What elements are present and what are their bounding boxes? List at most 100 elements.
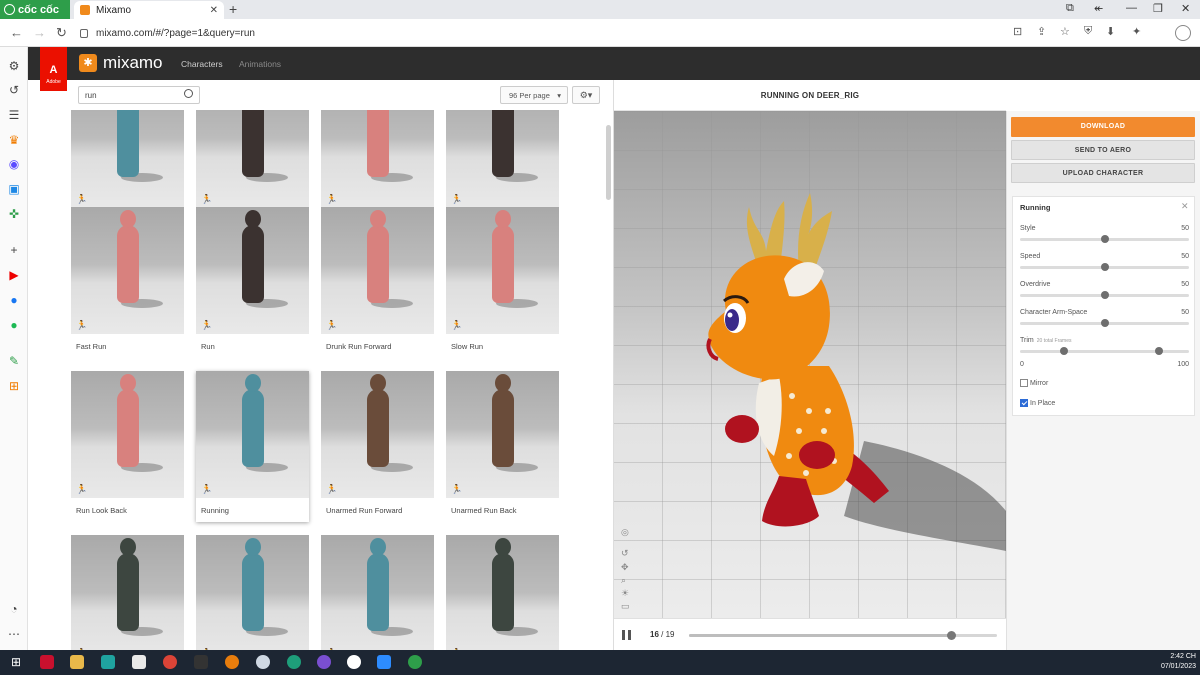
tab-close-icon[interactable]: ✕	[210, 5, 218, 16]
restore-icon[interactable]: ❐	[1153, 2, 1163, 15]
search-input[interactable]: run	[78, 86, 200, 104]
animation-card[interactable]: 🏃	[71, 535, 184, 650]
reset-view-icon[interactable]: ↺	[621, 548, 629, 559]
new-tab-button[interactable]: +	[229, 1, 237, 17]
arm-space-slider[interactable]	[1020, 319, 1189, 327]
shield-icon[interactable]: ⛨	[1084, 25, 1092, 38]
animation-card[interactable]: 🏃 Unarmed Run Forward	[321, 371, 434, 522]
mixamo-logo-text[interactable]: mixamo	[103, 53, 163, 73]
animation-card[interactable]: 🏃	[446, 535, 559, 650]
per-page-select[interactable]: 96 Per page ▾	[500, 86, 568, 104]
camera-icon[interactable]: ◎	[621, 527, 629, 538]
url-field[interactable]: mixamo.com/#/?page=1&query=run	[80, 23, 1000, 43]
animation-card[interactable]: 🏃	[196, 535, 309, 650]
pause-icon[interactable]	[622, 630, 631, 640]
animation-card[interactable]: 🏃 Run	[196, 207, 309, 358]
timeline-knob[interactable]	[946, 631, 956, 640]
browser-brand-button[interactable]: cốc cốc	[0, 0, 70, 19]
mirror-checkbox[interactable]	[1020, 379, 1028, 387]
nav-animations[interactable]: Animations	[239, 59, 281, 69]
style-slider[interactable]	[1020, 235, 1189, 243]
notifications-bell-icon[interactable]: ◔	[7, 602, 21, 616]
zoom-app-icon[interactable]	[377, 655, 391, 669]
history-icon[interactable]: ↺	[7, 83, 21, 97]
blender-icon[interactable]	[225, 655, 239, 669]
spotify-icon[interactable]: ●	[7, 318, 21, 332]
star-icon[interactable]: ☆	[1060, 25, 1070, 38]
app-icon-photo[interactable]	[132, 655, 146, 669]
upload-character-button[interactable]: UPLOAD CHARACTER	[1011, 163, 1195, 183]
app-icon-w[interactable]	[347, 655, 361, 669]
trim-start-knob[interactable]	[1059, 347, 1068, 355]
overdrive-slider-knob[interactable]	[1100, 291, 1109, 299]
profile-avatar[interactable]	[1175, 25, 1191, 41]
unity-icon[interactable]	[194, 655, 208, 669]
crown-icon[interactable]: ♛	[7, 133, 21, 147]
speed-slider[interactable]	[1020, 263, 1189, 271]
scrollbar-thumb[interactable]	[606, 125, 611, 200]
mirror-label: Mirror	[1030, 380, 1049, 387]
speed-slider-knob[interactable]	[1100, 263, 1109, 271]
close-window-icon[interactable]: ✕	[1181, 2, 1190, 15]
animation-card[interactable]: 🏃	[321, 535, 434, 650]
trim-end-knob[interactable]	[1154, 347, 1163, 355]
film-icon[interactable]: ▭	[621, 601, 630, 612]
upwork-icon[interactable]	[287, 655, 301, 669]
mixamo-logo-icon[interactable]: ✱	[79, 54, 97, 72]
chat-icon[interactable]: ✎	[7, 354, 21, 368]
github-icon[interactable]	[317, 655, 331, 669]
system-clock[interactable]: 2:42 CH 07/01/2023	[1152, 652, 1196, 672]
translate-icon[interactable]: ⊡	[1013, 25, 1022, 38]
light-icon[interactable]: ☀	[621, 588, 629, 599]
app-icon-m[interactable]	[101, 655, 115, 669]
view-settings-button[interactable]: ⚙▾	[572, 86, 600, 104]
arm-space-slider-knob[interactable]	[1100, 319, 1109, 327]
overdrive-slider[interactable]	[1020, 291, 1189, 299]
style-slider-knob[interactable]	[1100, 235, 1109, 243]
minimize-icon[interactable]: —	[1126, 2, 1137, 14]
messenger-icon[interactable]: ◉	[7, 157, 21, 171]
back-icon[interactable]: ←	[10, 25, 23, 40]
animation-card[interactable]: 🏃 Run Look Back	[71, 371, 184, 522]
forward-icon[interactable]: →	[33, 25, 46, 40]
animation-card[interactable]: 🏃 Fast Run	[71, 207, 184, 358]
pan-icon[interactable]: ✥	[621, 562, 629, 573]
animation-card[interactable]: 🏃 Running	[196, 371, 309, 522]
search-icon[interactable]	[184, 89, 193, 98]
youtube-icon[interactable]: ▶	[7, 268, 21, 282]
chrome-icon[interactable]	[163, 655, 177, 669]
facebook-icon[interactable]: ●	[7, 293, 21, 307]
zalo-icon[interactable]: ▣	[7, 182, 21, 196]
download-icon[interactable]: ⬇	[1106, 25, 1115, 38]
settings-gear-icon[interactable]: ⚙	[7, 59, 21, 73]
zoom-icon[interactable]: ⌕	[621, 575, 626, 586]
coccoc-taskbar-icon[interactable]	[408, 655, 422, 669]
preview-viewport[interactable]: ◎ ↺ ✥ ⌕ ☀ ▭	[614, 111, 1006, 618]
download-button[interactable]: DOWNLOAD	[1011, 117, 1195, 137]
gamepad-icon[interactable]: ✜	[7, 207, 21, 221]
tab-mixamo[interactable]: Mixamo ✕	[74, 1, 224, 19]
reload-icon[interactable]: ↻	[56, 25, 67, 41]
windows-start-icon[interactable]: ⊞	[9, 655, 23, 669]
send-to-aero-button[interactable]: SEND TO AERO	[1011, 140, 1195, 160]
trim-slider[interactable]	[1020, 347, 1189, 355]
in-place-checkbox[interactable]	[1020, 399, 1028, 407]
more-icon[interactable]: ⋯	[7, 627, 21, 641]
reading-list-icon[interactable]: ☰	[7, 108, 21, 122]
animation-card[interactable]: 🏃 Slow Run	[446, 207, 559, 358]
extensions-icon[interactable]: ✦	[1132, 25, 1141, 38]
app-icon-s[interactable]	[40, 655, 54, 669]
add-icon[interactable]: +	[7, 243, 21, 257]
animation-card[interactable]: 🏃 Drunk Run Forward	[321, 207, 434, 358]
animation-card[interactable]: 🏃 Unarmed Run Back	[446, 371, 559, 522]
back-arrow-icon[interactable]: ↞	[1094, 2, 1103, 15]
file-explorer-icon[interactable]	[70, 655, 84, 669]
timeline-scrubber[interactable]	[689, 631, 997, 640]
adobe-logo[interactable]: A Adobe	[40, 47, 67, 91]
close-icon[interactable]: ✕	[1181, 201, 1189, 212]
cart-icon[interactable]: ⊞	[7, 379, 21, 393]
tab-search-icon[interactable]: ⧉	[1066, 2, 1074, 15]
share-icon[interactable]: ⇪	[1037, 25, 1046, 38]
nav-characters[interactable]: Characters	[181, 59, 223, 69]
app-icon-cloud[interactable]	[256, 655, 270, 669]
